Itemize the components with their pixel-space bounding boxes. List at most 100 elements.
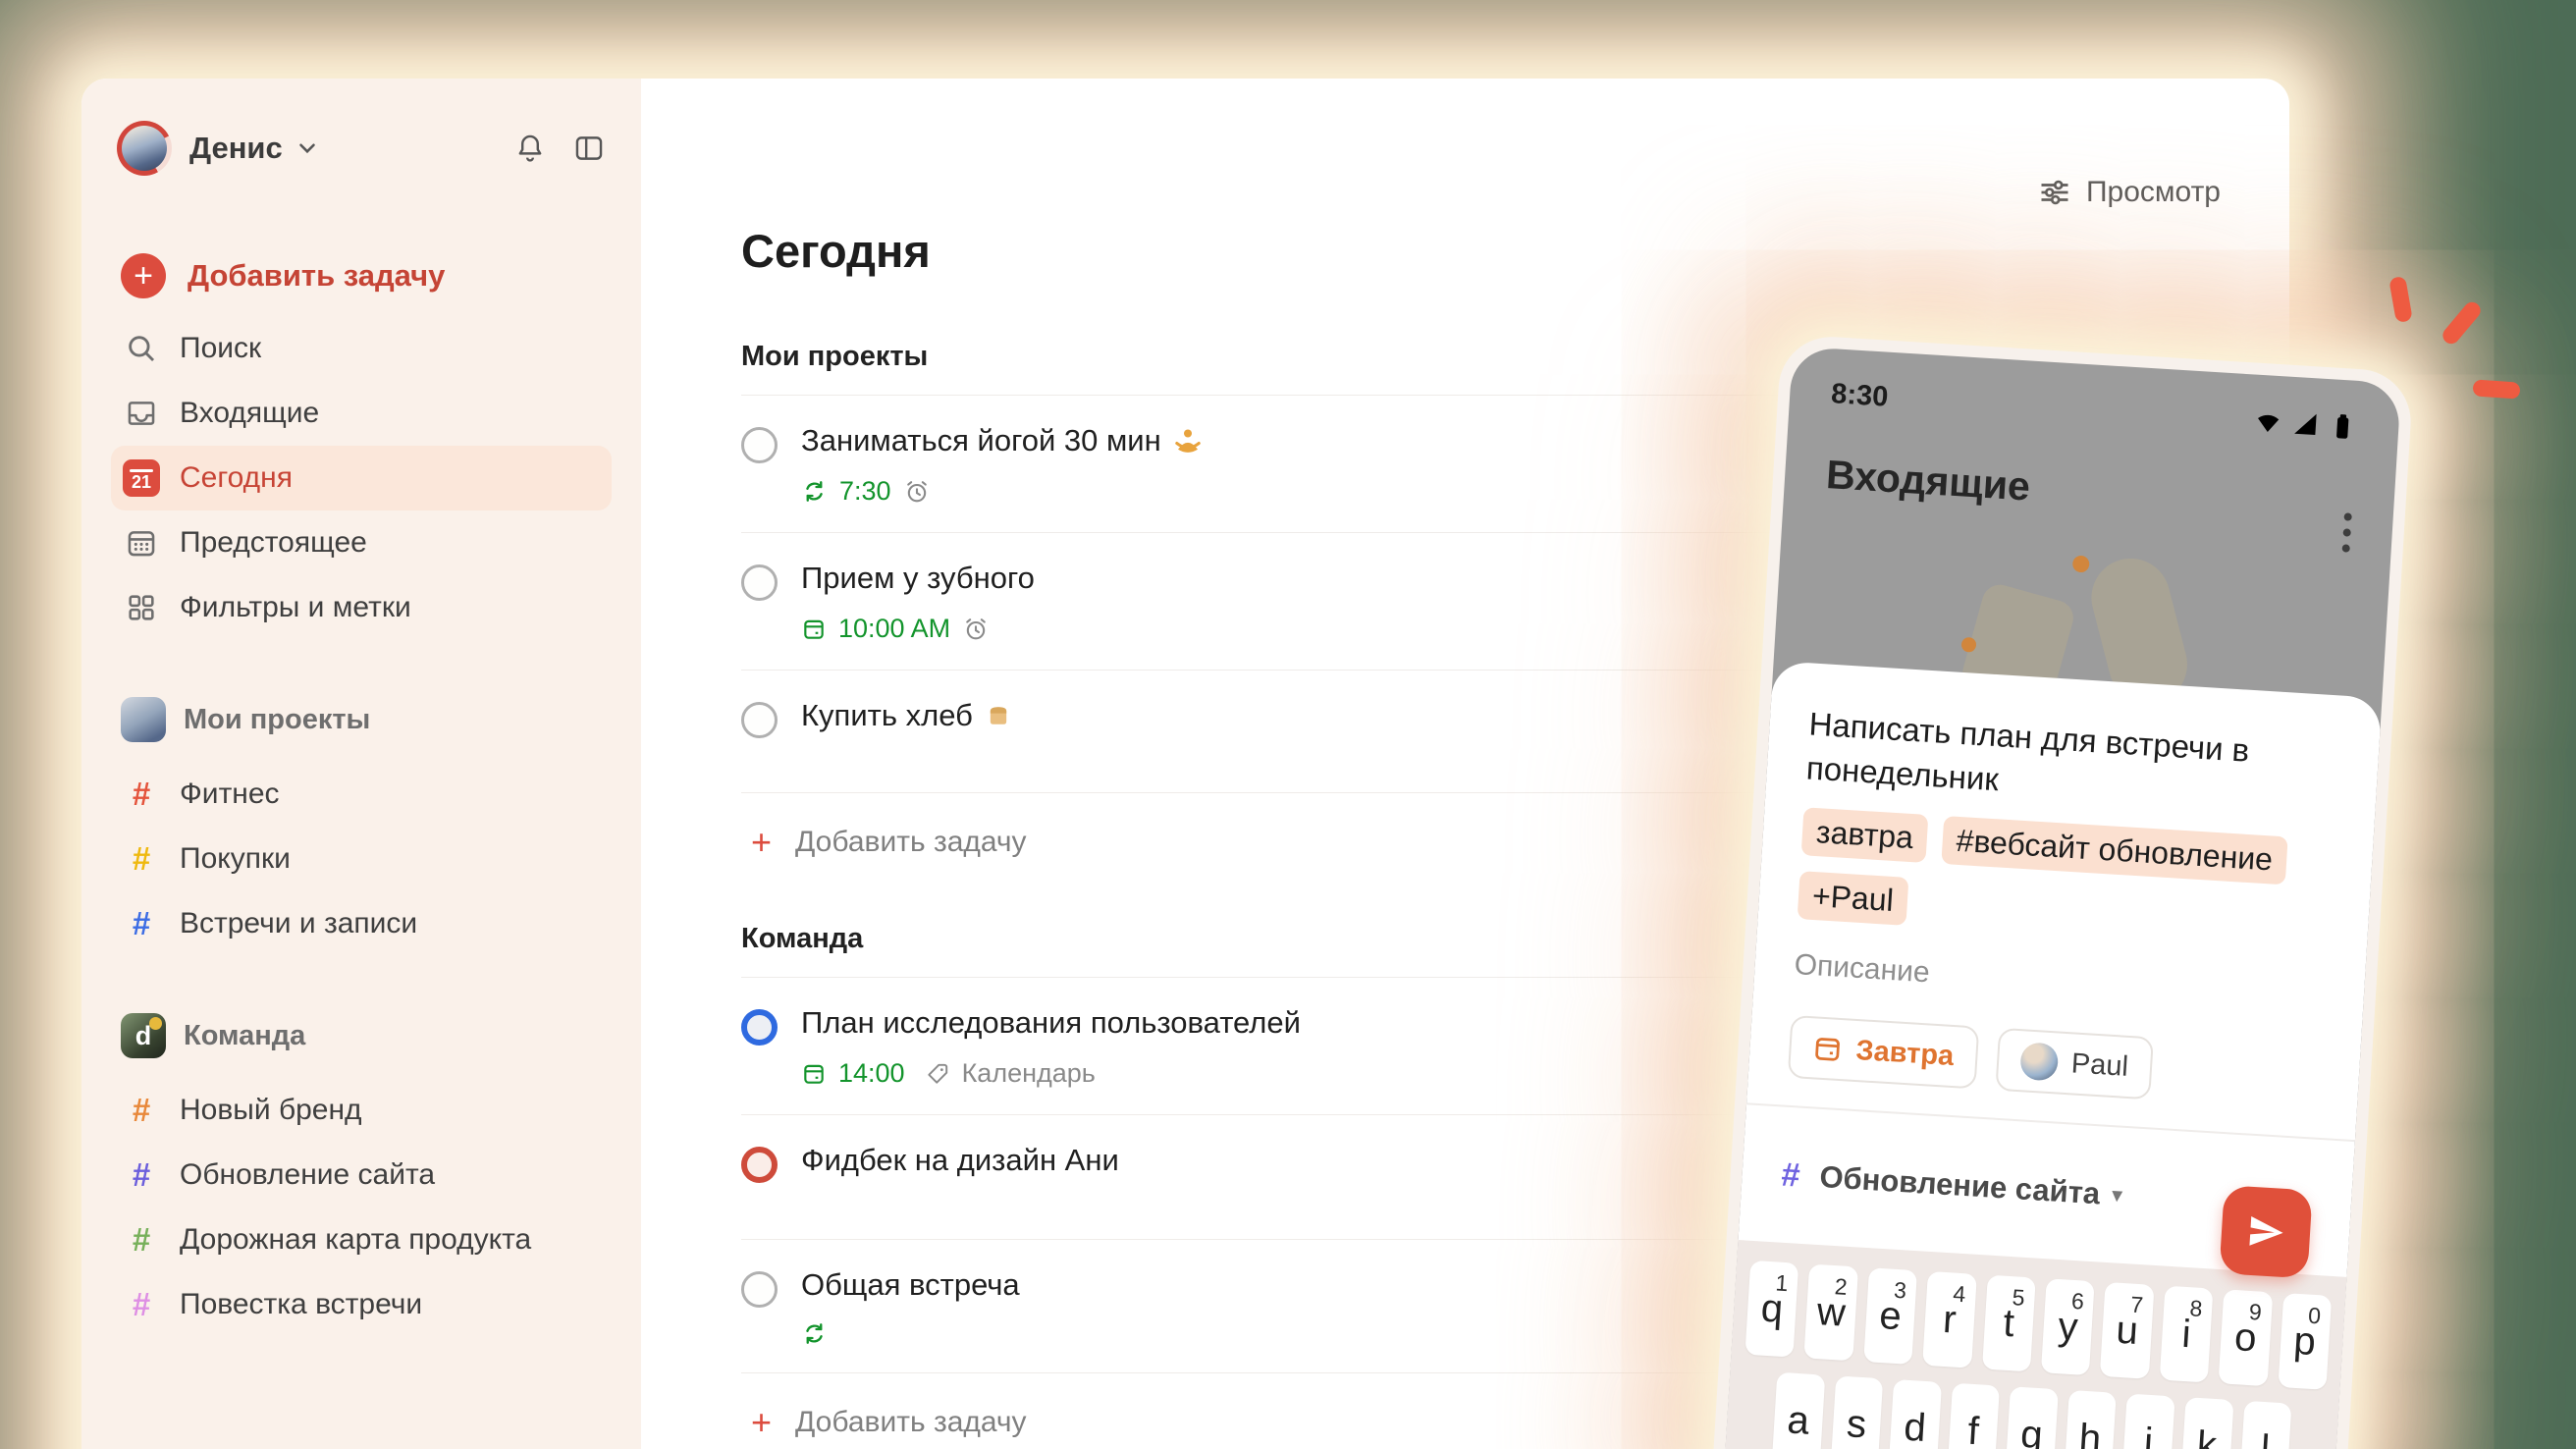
sidebar-item-upcoming[interactable]: Предстоящее — [111, 510, 612, 575]
hash-icon: # — [132, 1221, 151, 1258]
key-j[interactable]: j — [2121, 1393, 2175, 1449]
key-y[interactable]: y6 — [2040, 1278, 2096, 1376]
label-tag-icon — [925, 1061, 950, 1087]
key-o[interactable]: o9 — [2218, 1289, 2273, 1387]
key-s[interactable]: s — [1830, 1375, 1884, 1449]
key-f[interactable]: f — [1946, 1382, 2001, 1449]
assignee-chip[interactable]: Paul — [1995, 1027, 2154, 1100]
assignee-avatar — [2018, 1042, 2060, 1082]
key-a[interactable]: a — [1771, 1371, 1825, 1449]
task-checkbox[interactable] — [741, 564, 778, 601]
wifi-icon — [2253, 405, 2284, 437]
key-q[interactable]: q1 — [1744, 1260, 1799, 1358]
view-options-button[interactable]: Просмотр — [2037, 175, 2221, 210]
calendar-icon — [801, 617, 827, 642]
inbox-icon — [121, 397, 162, 430]
phone-screen-title: Входящие — [1824, 452, 2032, 510]
recurring-icon — [801, 478, 828, 505]
key-t[interactable]: t5 — [1981, 1274, 2036, 1372]
task-checkbox[interactable] — [741, 702, 778, 738]
keyboard-row-1: q1 w2 e3 r4 t5 y6 u7 i8 o9 p0 — [1744, 1260, 2333, 1390]
notifications-bell-icon[interactable] — [513, 132, 547, 165]
date-token[interactable]: завтра — [1800, 807, 1929, 864]
sidebar-project-roadmap[interactable]: # Дорожная карта продукта — [111, 1208, 612, 1272]
accent-dash-1 — [2388, 275, 2413, 324]
task-checkbox[interactable] — [741, 427, 778, 463]
kebab-menu-icon[interactable] — [2341, 512, 2352, 553]
assignee-token[interactable]: +Paul — [1797, 871, 1909, 926]
caret-down-icon: ▾ — [2111, 1182, 2123, 1208]
my-projects-avatar — [121, 697, 166, 742]
team-header[interactable]: d Команда — [111, 1001, 612, 1070]
toggle-sidebar-icon[interactable] — [572, 132, 606, 165]
battery-icon — [2327, 410, 2358, 442]
plus-icon: + — [121, 253, 166, 298]
sidebar-item-inbox[interactable]: Входящие — [111, 381, 612, 446]
calendar-icon — [801, 1061, 827, 1087]
key-w[interactable]: w2 — [1803, 1263, 1858, 1362]
key-d[interactable]: d — [1888, 1379, 1942, 1449]
hash-icon: # — [132, 776, 151, 812]
plus-icon: + — [751, 1402, 773, 1442]
task-checkbox-priority-red[interactable] — [741, 1147, 778, 1183]
alarm-icon — [962, 616, 990, 643]
chevron-down-icon — [295, 135, 320, 161]
key-e[interactable]: e3 — [1863, 1267, 1918, 1366]
page-title: Сегодня — [741, 225, 931, 277]
sidebar-project-site-update[interactable]: # Обновление сайта — [111, 1143, 612, 1208]
sidebar-project-new-brand[interactable]: # Новый бренд — [111, 1078, 612, 1143]
sidebar-project-meetings[interactable]: # Встречи и записи — [111, 891, 612, 956]
key-i[interactable]: i8 — [2159, 1285, 2214, 1383]
add-task-button[interactable]: + Добавить задачу — [111, 243, 612, 308]
project-token[interactable]: #вебсайт обновление — [1941, 816, 2288, 886]
sliders-icon — [2037, 175, 2072, 210]
signal-icon — [2290, 407, 2322, 439]
sidebar-item-search[interactable]: Поиск — [111, 316, 612, 381]
sidebar-project-agenda[interactable]: # Повестка встречи — [111, 1272, 612, 1337]
phone-mockup: 8:30 Входящие Написать план для встречи … — [1706, 334, 2414, 1449]
user-name: Денис — [189, 131, 283, 165]
avatar[interactable] — [117, 121, 172, 176]
sidebar: Денис + Добавить задачу Поиск Входящие 2… — [81, 79, 641, 1449]
task-checkbox-priority-blue[interactable] — [741, 1009, 778, 1046]
token-list: завтра #вебсайт обновление +Paul — [1797, 807, 2334, 951]
my-projects-header[interactable]: Мои проекты — [111, 685, 612, 754]
project-selector[interactable]: Обновление сайта — [1818, 1159, 2102, 1211]
quick-add-sheet: Написать план для встречи в понедельник … — [1718, 661, 2383, 1449]
upcoming-calendar-icon — [121, 526, 162, 560]
hash-icon: # — [1780, 1155, 1801, 1195]
key-k[interactable]: k — [2179, 1397, 2234, 1449]
hash-icon: # — [132, 905, 151, 941]
hash-icon: # — [132, 1092, 151, 1128]
stage: Денис + Добавить задачу Поиск Входящие 2… — [0, 0, 2576, 1449]
send-button[interactable] — [2219, 1185, 2313, 1279]
accent-dash-2 — [2439, 298, 2485, 348]
team-logo: d — [121, 1013, 166, 1058]
bread-emoji — [985, 702, 1012, 729]
key-u[interactable]: u7 — [2100, 1282, 2155, 1379]
sidebar-item-filters-labels[interactable]: Фильтры и метки — [111, 575, 612, 640]
sidebar-project-fitness[interactable]: # Фитнес — [111, 762, 612, 827]
task-checkbox[interactable] — [741, 1271, 778, 1308]
sidebar-project-shopping[interactable]: # Покупки — [111, 827, 612, 891]
accent-dash-3 — [2472, 379, 2521, 400]
calendar-icon — [1812, 1033, 1844, 1064]
phone-screen: 8:30 Входящие Написать план для встречи … — [1718, 346, 2402, 1449]
today-calendar-icon: 21 — [121, 459, 162, 497]
due-date-chip[interactable]: Завтра — [1787, 1014, 1980, 1090]
alarm-icon — [903, 478, 931, 506]
description-placeholder[interactable]: Описание — [1794, 948, 2326, 1014]
key-l[interactable]: l — [2238, 1400, 2292, 1449]
yoga-emoji — [1173, 426, 1203, 456]
key-h[interactable]: h — [2063, 1389, 2118, 1449]
hash-icon: # — [132, 1286, 151, 1322]
user-menu[interactable]: Денис — [111, 116, 612, 181]
key-p[interactable]: p0 — [2278, 1293, 2333, 1390]
status-time: 8:30 — [1830, 378, 1890, 413]
key-r[interactable]: r4 — [1922, 1270, 1977, 1368]
search-icon — [121, 332, 162, 365]
sidebar-item-today[interactable]: 21 Сегодня — [111, 446, 612, 510]
hash-icon: # — [132, 840, 151, 877]
key-g[interactable]: g — [2005, 1386, 2059, 1449]
task-input-text[interactable]: Написать план для встречи в понедельник — [1805, 702, 2340, 822]
